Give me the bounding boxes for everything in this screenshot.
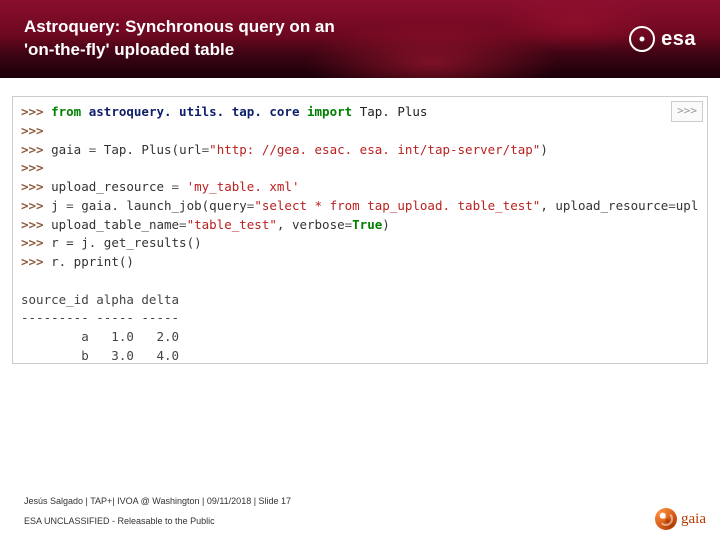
slide-footer: Jesús Salgado | TAP+| IVOA @ Washington … bbox=[24, 496, 291, 526]
code-line-7: >>> upload_table_name="table_test", verb… bbox=[21, 216, 699, 235]
prompt-icon: >>> bbox=[21, 179, 44, 194]
code-line-8: >>> r = j. get_results() bbox=[21, 234, 699, 253]
esa-logo: esa bbox=[629, 26, 696, 52]
output-blank bbox=[21, 272, 699, 291]
footer-classification: ESA UNCLASSIFIED - Releasable to the Pub… bbox=[24, 516, 291, 526]
output-header: source_id alpha delta bbox=[21, 291, 699, 310]
prompt-toggle-button[interactable]: >>> bbox=[671, 101, 703, 122]
prompt-icon: >>> bbox=[21, 123, 44, 138]
prompt-icon: >>> bbox=[21, 160, 44, 175]
title-line-2: 'on-the-fly' uploaded table bbox=[24, 40, 234, 59]
gaia-logo-text: gaia bbox=[681, 511, 706, 528]
prompt-icon: >>> bbox=[21, 254, 44, 269]
footer-meta: Jesús Salgado | TAP+| IVOA @ Washington … bbox=[24, 496, 291, 506]
esa-logo-text: esa bbox=[661, 28, 696, 51]
code-line-6: >>> j = gaia. launch_job(query="select *… bbox=[21, 197, 699, 216]
code-line-4: >>> bbox=[21, 159, 699, 178]
prompt-icon: >>> bbox=[21, 217, 44, 232]
code-line-9: >>> r. pprint() bbox=[21, 253, 699, 272]
prompt-icon: >>> bbox=[21, 104, 44, 119]
slide-header: Astroquery: Synchronous query on an 'on-… bbox=[0, 0, 720, 78]
output-row-2: b 3.0 4.0 bbox=[21, 347, 699, 364]
code-panel: >>> >>> from astroquery. utils. tap. cor… bbox=[12, 96, 708, 364]
prompt-icon: >>> bbox=[21, 198, 44, 213]
code-line-5: >>> upload_resource = 'my_table. xml' bbox=[21, 178, 699, 197]
prompt-icon: >>> bbox=[21, 142, 44, 157]
code-line-3: >>> gaia = Tap. Plus(url="http: //gea. e… bbox=[21, 141, 699, 160]
output-sep: --------- ----- ----- bbox=[21, 309, 699, 328]
output-row-1: a 1.0 2.0 bbox=[21, 328, 699, 347]
title-line-1: Astroquery: Synchronous query on an bbox=[24, 17, 335, 36]
prompt-icon: >>> bbox=[21, 235, 44, 250]
slide-title: Astroquery: Synchronous query on an 'on-… bbox=[24, 16, 335, 62]
code-line-2: >>> bbox=[21, 122, 699, 141]
gaia-swirl-icon bbox=[655, 508, 677, 530]
gaia-logo: gaia bbox=[655, 508, 706, 530]
code-line-1: >>> from astroquery. utils. tap. core im… bbox=[21, 103, 699, 122]
esa-logo-icon bbox=[629, 26, 655, 52]
